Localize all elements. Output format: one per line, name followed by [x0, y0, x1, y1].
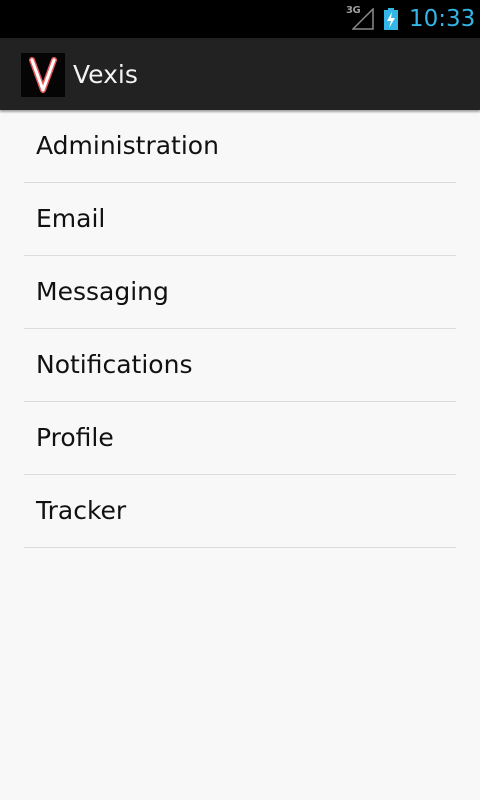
battery-icon: [384, 8, 398, 30]
status-bar: 3G 10:33: [0, 0, 480, 38]
list-item-label: Messaging: [36, 277, 169, 306]
v-logo-icon[interactable]: [21, 53, 65, 97]
list-item-messaging[interactable]: Messaging: [24, 256, 456, 329]
list-item-label: Profile: [36, 423, 114, 452]
clock: 10:33: [409, 6, 476, 32]
list-item-label: Tracker: [36, 496, 127, 525]
list-item-administration[interactable]: Administration: [24, 110, 456, 183]
list-item-label: Email: [36, 204, 106, 233]
action-bar: Vexis: [0, 38, 480, 110]
signal-icon: [352, 8, 374, 30]
list-item-label: Administration: [36, 131, 219, 160]
list-item-tracker[interactable]: Tracker: [24, 475, 456, 548]
list-item-email[interactable]: Email: [24, 183, 456, 256]
list-item-profile[interactable]: Profile: [24, 402, 456, 475]
list-item-label: Notifications: [36, 350, 193, 379]
menu-list: Administration Email Messaging Notificat…: [0, 110, 480, 548]
list-item-notifications[interactable]: Notifications: [24, 329, 456, 402]
app-title: Vexis: [73, 60, 138, 89]
